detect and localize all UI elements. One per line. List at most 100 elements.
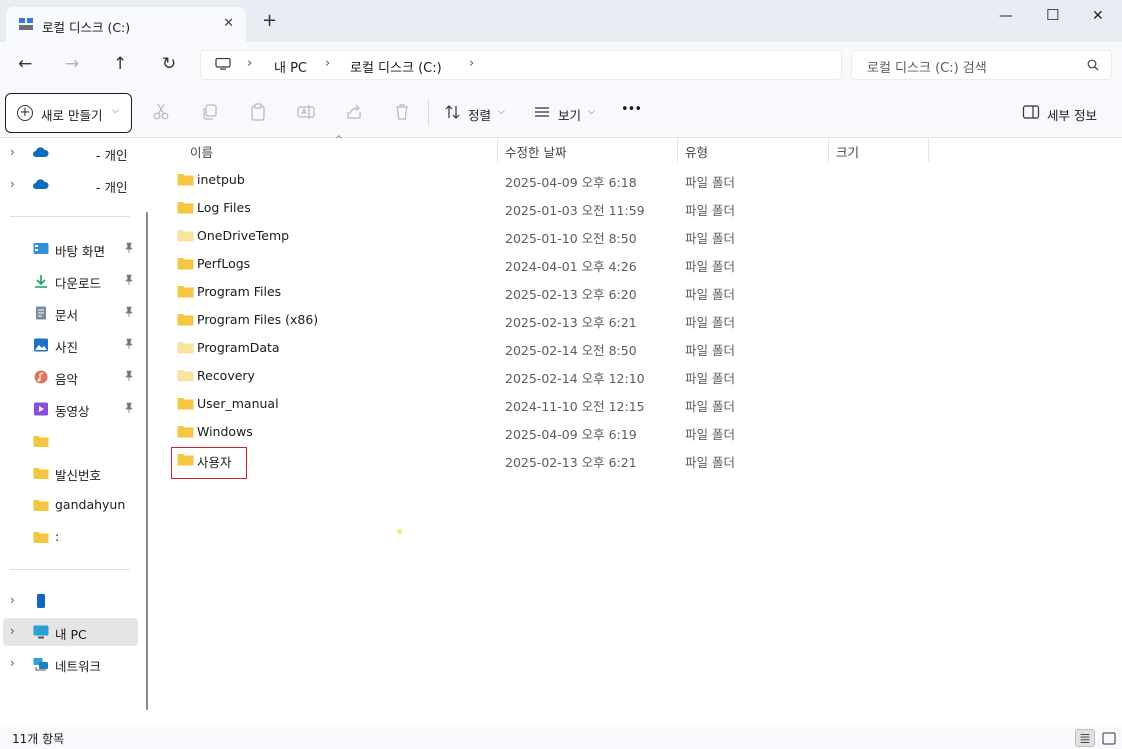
forward-button[interactable]: → [65,54,79,74]
table-row[interactable]: User_manual 2024-11-10 오전 12:15 파일 폴더 [175,390,935,418]
file-name[interactable]: OneDriveTemp [197,228,289,243]
sidebar-item-device[interactable]: › [0,587,140,615]
sidebar-item-documents[interactable]: 문서 [0,299,140,327]
sidebar-item-downloads[interactable]: 다운로드 [0,267,140,295]
sort-button[interactable]: 정렬 [468,105,491,124]
sidebar-item-label: 문서 [55,308,79,323]
back-button[interactable]: ← [18,54,32,74]
column-divider[interactable] [677,138,678,162]
sidebar-item-videos[interactable]: 동영상 [0,395,140,423]
sidebar-item-music[interactable]: 음악 [0,363,140,391]
sidebar-item-pictures[interactable]: 사진 [0,331,140,359]
file-type: 파일 폴더 [685,455,735,470]
tab-local-disk[interactable]: 로컬 디스크 (C:) ✕ [6,7,246,42]
search-input[interactable]: 로컬 디스크 (C:) 검색 [851,50,1112,80]
sidebar-scrollbar[interactable] [146,212,148,710]
table-row[interactable]: Recovery 2025-02-14 오후 12:10 파일 폴더 [175,362,935,390]
column-divider[interactable] [828,138,829,162]
file-name[interactable]: User_manual [197,396,279,411]
refresh-button[interactable]: ↻ [162,54,176,74]
pin-icon[interactable] [123,274,135,286]
column-header-date[interactable]: 수정한 날짜 [505,142,566,161]
table-row[interactable]: PerfLogs 2024-04-01 오후 4:26 파일 폴더 [175,250,935,278]
table-row[interactable]: Program Files (x86) 2025-02-13 오후 6:21 파일 … [175,306,935,334]
tiles-view-icon[interactable] [1099,729,1119,747]
minimize-button[interactable]: — [999,8,1013,24]
expand-chevron-icon[interactable]: › [10,145,15,159]
pin-icon[interactable] [123,242,135,254]
expand-chevron-icon[interactable]: › [10,656,15,670]
expand-chevron-icon[interactable]: › [10,624,15,638]
file-name[interactable]: Windows [197,424,253,439]
expand-chevron-icon[interactable]: › [10,593,15,607]
sidebar-item-onedrive-2[interactable]: › - 개인 [0,171,140,199]
table-row[interactable]: OneDriveTemp 2025-01-10 오전 8:50 파일 폴더 [175,222,935,250]
folder-icon [177,314,194,326]
file-name[interactable]: Program Files (x86) [197,312,318,327]
table-row[interactable]: Windows 2025-04-09 오후 6:19 파일 폴더 [175,418,935,446]
file-type: 파일 폴더 [685,399,735,414]
up-button[interactable]: ↑ [113,54,127,74]
sidebar-item-folder[interactable] [0,427,140,455]
file-name[interactable]: Program Files [197,284,281,299]
sidebar-item-label: 내 PC [55,627,87,642]
details-view-icon[interactable] [1075,729,1095,747]
pin-icon[interactable] [123,370,135,382]
delete-icon[interactable] [393,103,411,121]
folder-icon [177,342,194,354]
table-row[interactable]: Log Files 2025-01-03 오전 11:59 파일 폴더 [175,194,935,222]
breadcrumb-separator[interactable]: › [469,56,474,71]
pin-icon[interactable] [123,306,135,318]
sidebar-item-this-pc[interactable]: › 내 PC [3,618,138,646]
column-divider[interactable] [497,138,498,162]
tab-close-icon[interactable]: ✕ [223,16,234,31]
file-date: 2025-02-13 오후 6:21 [505,315,637,330]
sidebar-item-desktop[interactable]: 바탕 화면 [0,235,140,263]
sidebar-item-onedrive-1[interactable]: › - 개인 [0,139,140,167]
column-header-type[interactable]: 유형 [685,142,708,161]
close-button[interactable]: ✕ [1092,8,1104,24]
sidebar-item-folder[interactable]: : [0,523,140,551]
address-bar[interactable]: › 내 PC › 로컬 디스크 (C:) › [200,50,842,80]
more-options-button[interactable]: ••• [621,102,642,117]
view-button[interactable]: 보기 [558,105,581,124]
new-tab-button[interactable]: + [262,12,277,30]
sidebar-item-folder[interactable]: 발신번호 [0,459,140,487]
breadcrumb-this-pc[interactable]: 내 PC [274,57,307,76]
column-header-name[interactable]: 이름 [190,142,213,161]
view-chevron-icon: ⌵ [588,107,595,117]
breadcrumb-local-disk[interactable]: 로컬 디스크 (C:) [350,57,442,76]
sidebar-divider [10,569,130,570]
share-icon[interactable] [345,103,363,121]
navigation-pane: › - 개인 › - 개인 바탕 화면 다운로드 문서 사진 음악 동영상 발신… [0,138,155,727]
column-header-size[interactable]: 크기 [836,142,859,161]
expand-chevron-icon[interactable]: › [10,177,15,191]
new-button[interactable]: + 새로 만들기 ⌵ [5,93,132,133]
file-name[interactable]: PerfLogs [197,256,250,271]
pin-icon[interactable] [123,338,135,350]
copy-icon[interactable] [201,103,219,121]
column-divider[interactable] [928,138,929,162]
file-name[interactable]: Recovery [197,368,255,383]
table-row[interactable]: ProgramData 2025-02-14 오전 8:50 파일 폴더 [175,334,935,362]
cut-icon[interactable] [152,103,170,121]
details-button[interactable]: 세부 정보 [1047,105,1097,124]
file-type: 파일 폴더 [685,371,735,386]
file-date: 2025-02-14 오전 8:50 [505,343,637,358]
tab-title: 로컬 디스크 (C:) [42,20,131,35]
paste-icon[interactable] [249,103,267,121]
sidebar-item-network[interactable]: › 네트워크 [0,650,140,678]
table-row[interactable]: Program Files 2025-02-13 오후 6:20 파일 폴더 [175,278,935,306]
table-row[interactable]: inetpub 2025-04-09 오후 6:18 파일 폴더 [175,166,935,194]
sort-icon [445,105,460,119]
pin-icon[interactable] [123,402,135,414]
rename-icon[interactable] [297,103,315,121]
sidebar-item-folder[interactable]: gandahyun [0,491,140,519]
file-name[interactable]: ProgramData [197,340,280,355]
folder-icon [177,426,194,438]
file-name[interactable]: Log Files [197,200,251,215]
file-name[interactable]: inetpub [197,172,245,187]
table-row[interactable]: 사용자 2025-02-13 오후 6:21 파일 폴더 [175,446,935,474]
maximize-button[interactable]: ☐ [1046,6,1059,24]
file-date: 2025-02-14 오후 12:10 [505,371,645,386]
